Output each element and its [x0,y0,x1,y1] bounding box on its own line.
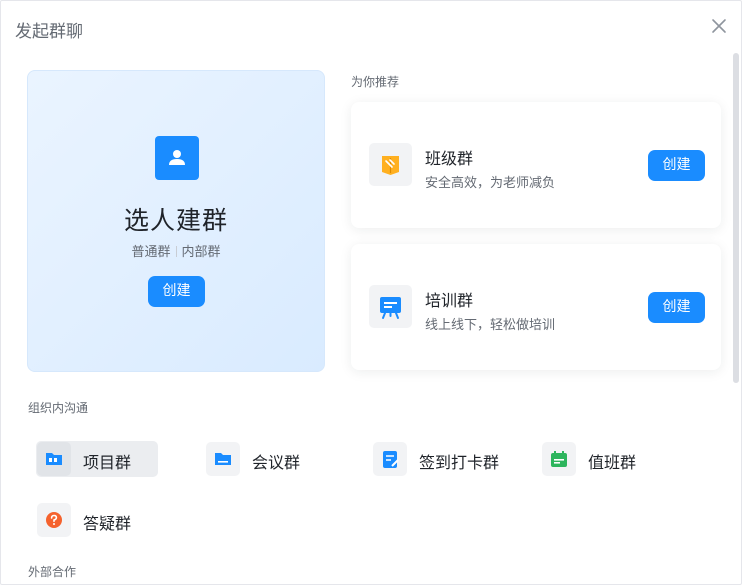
hero-tags: 普通群 内部群 [28,241,324,260]
org-item-label: 答疑群 [83,514,132,533]
project-folder-icon [37,442,71,476]
check-in-icon [373,442,407,476]
hero-create-button[interactable]: 创建 [148,276,205,307]
org-item-check-in[interactable]: 签到打卡群 [372,441,522,477]
org-section-label: 组织内沟通 [28,401,89,415]
tag-divider [175,246,177,257]
org-item-project[interactable]: 项目群 [36,441,158,477]
duty-calendar-icon [542,442,576,476]
org-item-label: 项目群 [83,453,132,472]
org-item-duty[interactable]: 值班群 [541,441,663,477]
presentation-board-icon [369,285,412,328]
class-group-title: 班级群 [425,149,474,168]
org-item-label: 值班群 [588,453,637,472]
org-item-meeting[interactable]: 会议群 [205,441,327,477]
select-people-card[interactable]: 选人建群 普通群 内部群 创建 [27,70,325,372]
org-item-label: 会议群 [252,453,301,472]
class-group-subtitle: 安全高效，为老师减负 [425,176,556,191]
org-item-label: 签到打卡群 [419,453,500,472]
close-icon[interactable] [711,18,727,34]
question-icon [37,503,71,537]
hero-title: 选人建群 [123,206,228,235]
class-group-card[interactable]: 班级群 安全高效，为老师减负 创建 [351,102,721,228]
book-icon [369,143,412,186]
training-group-title: 培训群 [425,291,474,310]
dialog-title: 发起群聊 [15,22,83,42]
scrollbar[interactable] [733,53,739,383]
class-group-create-button[interactable]: 创建 [648,150,705,181]
external-section-label: 外部合作 [28,565,77,579]
recommend-label: 为你推荐 [351,75,400,89]
meeting-folder-icon [206,442,240,476]
training-group-subtitle: 线上线下，轻松做培训 [425,318,556,333]
person-icon [155,136,199,180]
create-group-dialog: 发起群聊 选人建群 普通群内部群 创建 为你推荐 班级群 安全高效，为老师减负 [0,0,742,585]
hero-tag-internal: 内部群 [181,245,221,260]
training-group-card[interactable]: 培训群 线上线下，轻松做培训 创建 [351,244,721,370]
training-group-create-button[interactable]: 创建 [648,292,705,323]
hero-tag-normal: 普通群 [131,245,171,260]
org-item-qa[interactable]: 答疑群 [36,502,158,538]
